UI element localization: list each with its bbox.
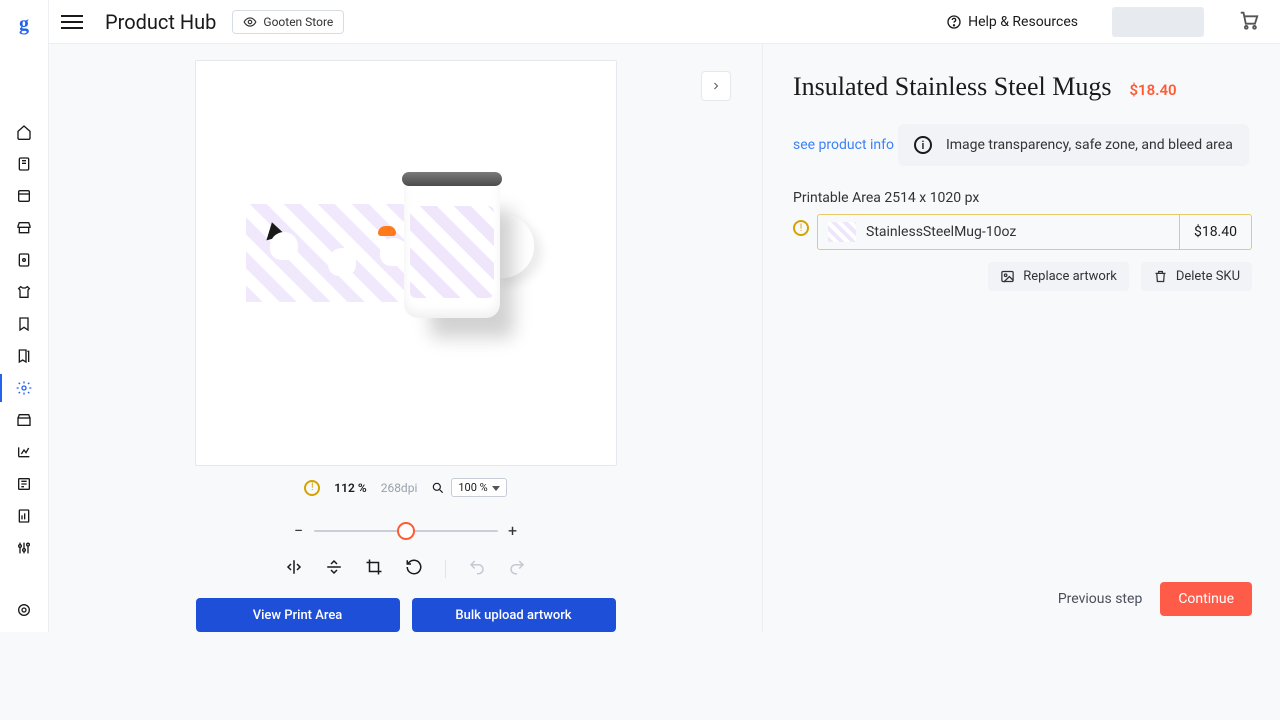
redo-button[interactable]: [508, 558, 526, 580]
sku-warning-icon: !: [793, 220, 809, 236]
nav-fulfillment[interactable]: [0, 410, 48, 430]
zoom-select[interactable]: 100 %: [451, 478, 506, 497]
nav-target[interactable]: [0, 602, 48, 618]
replace-artwork-button[interactable]: Replace artwork: [988, 262, 1129, 291]
eye-icon: [243, 15, 257, 29]
nav-catalog[interactable]: [0, 186, 48, 206]
nav-orders[interactable]: [0, 154, 48, 174]
store-selector[interactable]: Gooten Store: [232, 10, 344, 34]
continue-button[interactable]: Continue: [1160, 582, 1252, 616]
search-placeholder-box[interactable]: [1112, 7, 1204, 37]
crop-button[interactable]: [365, 558, 383, 580]
details-pane: Insulated Stainless Steel Mugs $18.40 se…: [763, 44, 1280, 632]
help-label: Help & Resources: [968, 14, 1078, 30]
printable-area-label: Printable Area 2514 x 1020 px: [793, 190, 1252, 206]
info-icon: i: [914, 136, 932, 154]
help-link[interactable]: Help & Resources: [946, 14, 1078, 30]
magnifier-icon: [431, 481, 445, 495]
cart-button[interactable]: [1238, 9, 1260, 35]
previous-step-button[interactable]: Previous step: [1058, 591, 1142, 607]
nav-collections[interactable]: [0, 346, 48, 366]
image-icon: [1000, 269, 1015, 284]
delete-sku-label: Delete SKU: [1176, 269, 1240, 284]
hint-text: Image transparency, safe zone, and bleed…: [946, 137, 1233, 153]
zoom-in-button[interactable]: +: [508, 521, 518, 540]
next-preview-button[interactable]: [701, 71, 731, 101]
scale-percent: 112 %: [334, 481, 366, 495]
replace-artwork-label: Replace artwork: [1023, 269, 1117, 284]
bulk-upload-button[interactable]: Bulk upload artwork: [412, 598, 616, 632]
sku-thumbnail: [828, 222, 856, 242]
scale-warning-icon: !: [304, 480, 320, 496]
hub-title: Product Hub: [105, 10, 216, 34]
zoom-slider-thumb[interactable]: [397, 522, 415, 540]
help-icon: [946, 14, 962, 30]
nav-home[interactable]: [0, 122, 48, 142]
topbar: Product Hub Gooten Store Help & Resource…: [49, 0, 1280, 44]
nav-products[interactable]: [0, 250, 48, 270]
product-price: $18.40: [1129, 81, 1176, 99]
delete-sku-button[interactable]: Delete SKU: [1141, 262, 1252, 291]
left-nav-rail: g: [0, 0, 49, 632]
flip-horizontal-button[interactable]: [285, 558, 303, 580]
sku-row[interactable]: StainlessSteelMug-10oz $18.40: [817, 214, 1252, 250]
editor-pane: ! 112 % 268dpi 100 % − +: [49, 44, 763, 632]
nav-stores[interactable]: [0, 218, 48, 238]
zoom-out-button[interactable]: −: [294, 521, 304, 540]
transparency-hint[interactable]: i Image transparency, safe zone, and ble…: [898, 124, 1249, 166]
sku-name: StainlessSteelMug-10oz: [866, 224, 1179, 240]
flip-vertical-button[interactable]: [325, 558, 343, 580]
nav-apparel[interactable]: [0, 282, 48, 302]
dpi-label: 268dpi: [381, 481, 418, 495]
nav-analytics[interactable]: [0, 442, 48, 462]
product-preview[interactable]: [195, 60, 617, 466]
nav-reports[interactable]: [0, 506, 48, 526]
nav-bookmarks[interactable]: [0, 314, 48, 334]
trash-icon: [1153, 269, 1168, 284]
view-print-area-button[interactable]: View Print Area: [196, 598, 400, 632]
nav-product-hub[interactable]: [0, 378, 48, 398]
scale-metrics: ! 112 % 268dpi 100 %: [304, 478, 506, 497]
store-name: Gooten Store: [263, 15, 333, 29]
nav-billing[interactable]: [0, 474, 48, 494]
mug-mockup: [246, 158, 566, 378]
nav-settings-sliders[interactable]: [0, 538, 48, 558]
product-info-link[interactable]: see product info: [793, 137, 894, 153]
product-title: Insulated Stainless Steel Mugs: [793, 72, 1111, 102]
zoom-slider[interactable]: [314, 530, 498, 532]
menu-toggle[interactable]: [61, 8, 89, 36]
undo-button[interactable]: [468, 558, 486, 580]
rotate-button[interactable]: [405, 558, 423, 580]
brand-logo[interactable]: g: [14, 14, 34, 34]
sku-price: $18.40: [1179, 215, 1251, 249]
